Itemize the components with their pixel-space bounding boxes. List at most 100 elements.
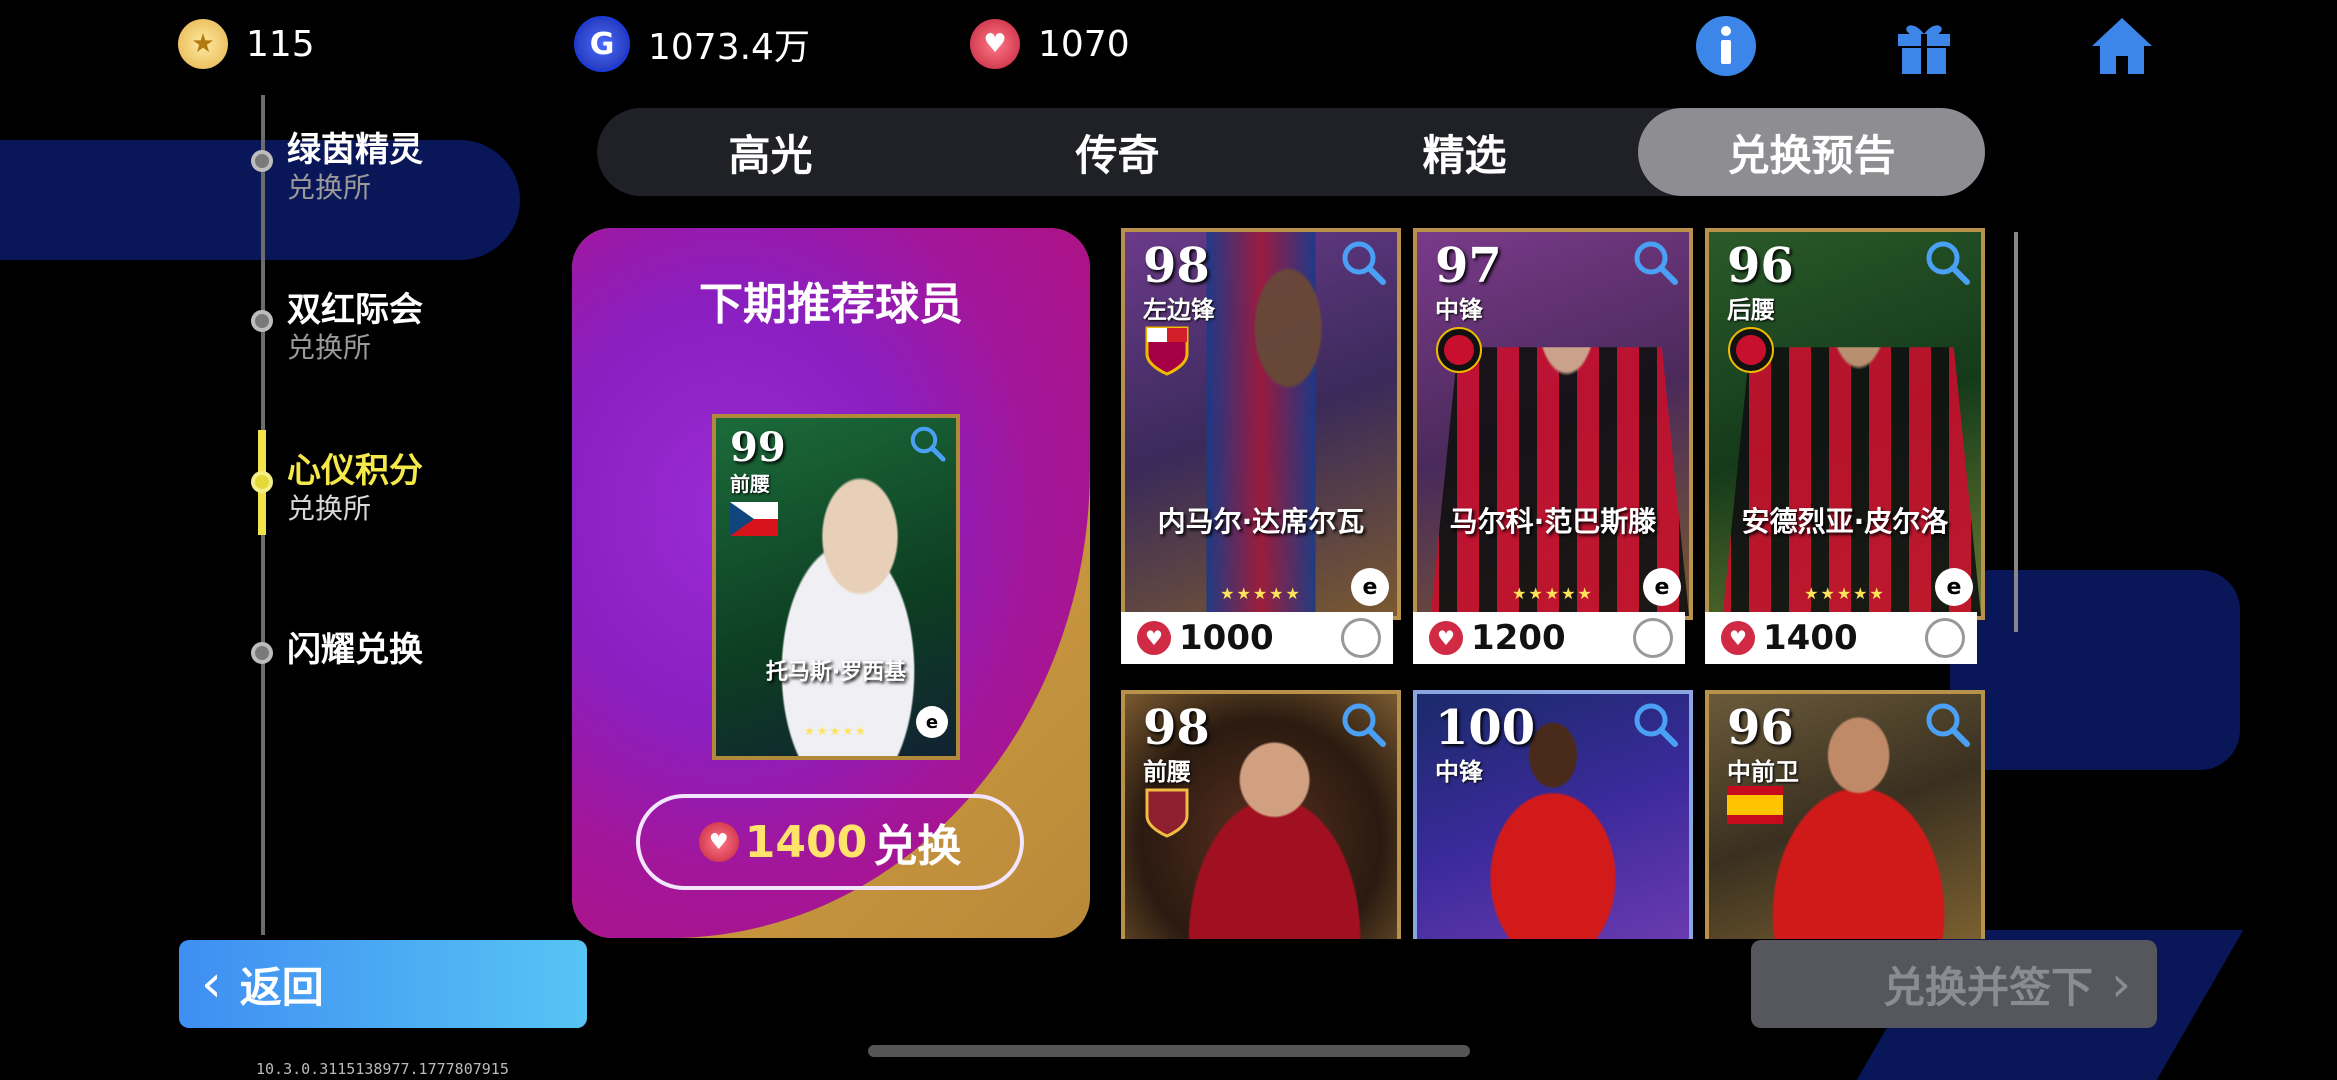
home-button[interactable] — [2086, 10, 2158, 82]
magnifier-icon — [1926, 703, 1970, 747]
sidebar-item-title: 绿茵精灵 — [287, 130, 423, 170]
price-bar[interactable]: ♥ 1200 — [1413, 612, 1685, 664]
version-text: 10.3.0.3115138977.1777807915 — [256, 1060, 509, 1078]
sign-label: 兑换并签下 — [1882, 962, 2093, 1012]
magnifier-icon — [1342, 241, 1386, 285]
player-card[interactable]: 97 中锋 马尔科·范巴斯滕 ★★★★★ e — [1413, 228, 1693, 620]
magnifier-icon — [1926, 241, 1970, 285]
player-position: 左边锋 — [1143, 296, 1215, 324]
magnifier-icon — [1634, 241, 1678, 285]
sidebar-item-subtitle: 兑换所 — [287, 492, 372, 525]
coin-balance: ★ 115 — [178, 14, 315, 74]
sidebar-item-shining-exchange[interactable]: 闪耀兑换 — [245, 622, 545, 682]
timeline-dot — [251, 150, 273, 172]
exchange-and-sign-button[interactable]: 兑换并签下 › — [1751, 940, 2157, 1028]
player-position: 中前卫 — [1727, 758, 1799, 786]
player-price: 1400 — [1763, 618, 1858, 658]
efootball-logo-icon: e — [1351, 568, 1389, 606]
chevron-left-icon: ‹ — [201, 954, 222, 1014]
recommended-player-panel: 下期推荐球员 99 前腰 托马斯·罗西基 ★★★★★ e ♥ 1400 兑换 — [572, 228, 1090, 938]
info-icon — [1696, 16, 1756, 76]
player-name: 内马尔·达席尔瓦 — [1157, 505, 1365, 538]
magnifier-icon — [1342, 703, 1386, 747]
player-position: 前腰 — [730, 472, 770, 496]
tab-exchange-preview[interactable]: 兑换预告 — [1638, 108, 1985, 196]
back-button[interactable]: ‹ 返回 — [179, 940, 587, 1028]
player-price: 1200 — [1471, 618, 1566, 658]
player-position: 中锋 — [1435, 296, 1483, 324]
gp-icon: G — [574, 16, 630, 72]
efootball-logo-icon: e — [1643, 568, 1681, 606]
player-name: 马尔科·范巴斯滕 — [1449, 505, 1657, 538]
coin-value: 115 — [246, 23, 315, 65]
price-bar[interactable]: ♥ 1000 — [1121, 612, 1393, 664]
gift-button[interactable] — [1888, 10, 1960, 82]
heart-icon: ♥ — [1429, 621, 1463, 655]
coin-icon: ★ — [178, 19, 228, 69]
club-badge-icon — [1435, 324, 1483, 373]
timeline-dot — [251, 471, 273, 493]
player-card[interactable]: 96 后腰 安德烈亚·皮尔洛 ★★★★★ e — [1705, 228, 1985, 620]
background-shape — [1950, 570, 2240, 770]
player-rating: 100 — [1435, 700, 1536, 756]
timeline-dot — [251, 310, 273, 332]
player-card[interactable]: 96 中前卫 — [1705, 690, 1985, 939]
heart-points-balance: ♥ 1070 — [970, 14, 1130, 74]
chevron-right-icon: › — [2111, 955, 2131, 1013]
heart-icon: ♥ — [1137, 621, 1171, 655]
player-rating: 96 — [1727, 700, 1794, 756]
czech-flag-icon — [730, 502, 778, 536]
tab-featured[interactable]: 精选 — [1291, 108, 1638, 196]
home-icon — [2092, 18, 2152, 74]
price-bar[interactable]: ♥ 1400 — [1705, 612, 1977, 664]
home-indicator[interactable] — [868, 1045, 1470, 1057]
recommended-player-card[interactable]: 99 前腰 托马斯·罗西基 ★★★★★ e — [712, 414, 960, 760]
club-badge-icon — [1143, 324, 1191, 376]
exchange-price: 1400 — [744, 816, 868, 868]
efootball-logo-icon: e — [916, 706, 948, 738]
category-tabs: 高光 传奇 精选 兑换预告 — [597, 108, 1985, 196]
magnifier-icon — [1634, 703, 1678, 747]
club-badge-icon — [1143, 786, 1191, 838]
player-card[interactable]: 98 前腰 — [1121, 690, 1401, 939]
exchange-button[interactable]: ♥ 1400 兑换 — [636, 794, 1024, 890]
player-rating: 97 — [1435, 238, 1502, 294]
tab-highlight[interactable]: 高光 — [597, 108, 944, 196]
sidebar-item-subtitle: 兑换所 — [287, 171, 372, 204]
sidebar-item-heart-points[interactable]: 心仪积分 兑换所 — [245, 441, 545, 531]
club-badge-icon — [1727, 324, 1775, 373]
sidebar-item-green-spirit[interactable]: 绿茵精灵 兑换所 — [245, 120, 545, 210]
info-button[interactable] — [1690, 10, 1762, 82]
heart-points-value: 1070 — [1038, 23, 1130, 65]
grid-scrollbar[interactable] — [2014, 232, 2018, 632]
heart-icon: ♥ — [698, 822, 739, 862]
back-label: 返回 — [239, 962, 324, 1012]
exchange-label: 兑换 — [873, 821, 962, 872]
spain-flag-icon — [1727, 786, 1783, 824]
sidebar-item-title: 闪耀兑换 — [287, 630, 423, 670]
select-radio[interactable] — [1925, 618, 1965, 658]
select-radio[interactable] — [1341, 618, 1381, 658]
heart-icon: ♥ — [1721, 621, 1755, 655]
player-rating: 99 — [730, 424, 786, 471]
efootball-logo-icon: e — [1935, 568, 1973, 606]
player-name: 安德烈亚·皮尔洛 — [1741, 505, 1949, 538]
gp-value: 1073.4万 — [648, 27, 810, 68]
player-card[interactable]: 100 中锋 — [1413, 690, 1693, 939]
player-rating: 98 — [1143, 700, 1210, 756]
player-rating: 98 — [1143, 238, 1210, 294]
sidebar-item-subtitle: 兑换所 — [287, 331, 372, 364]
select-radio[interactable] — [1633, 618, 1673, 658]
player-card[interactable]: 98 左边锋 内马尔·达席尔瓦 ★★★★★ e — [1121, 228, 1401, 620]
timeline-dot — [251, 642, 273, 664]
player-name: 托马斯·罗西基 — [765, 660, 907, 685]
sidebar-item-double-red[interactable]: 双红际会 兑换所 — [245, 280, 545, 370]
panel-title: 下期推荐球员 — [699, 279, 963, 330]
tab-legend[interactable]: 传奇 — [944, 108, 1291, 196]
sidebar-item-title: 双红际会 — [287, 290, 423, 330]
magnifier-icon — [910, 426, 946, 462]
player-price: 1000 — [1179, 618, 1274, 658]
sidebar-item-title: 心仪积分 — [287, 451, 423, 491]
player-position: 前腰 — [1143, 758, 1191, 786]
gift-icon — [1898, 25, 1950, 74]
